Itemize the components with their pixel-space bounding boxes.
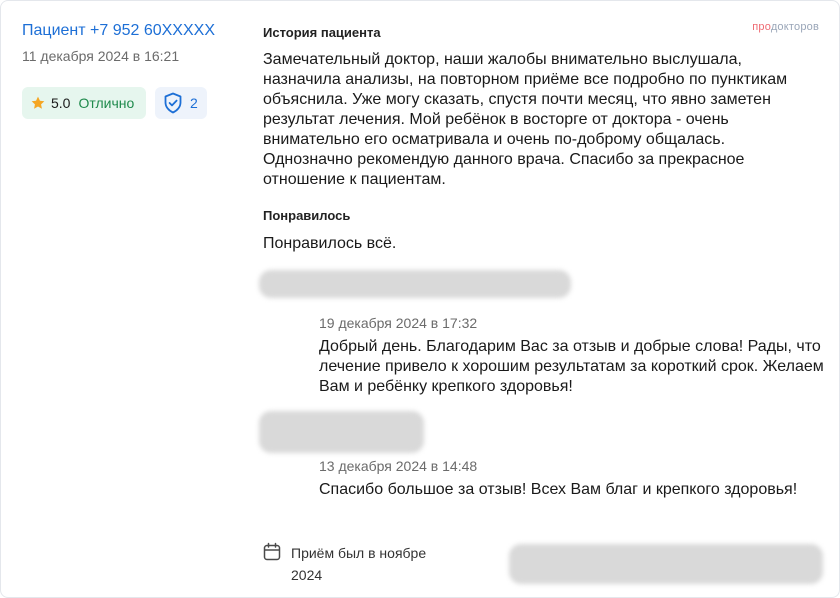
star-icon: [31, 96, 45, 109]
liked-text: Понравилось всё.: [263, 235, 397, 252]
liked-title: Понравилось: [263, 208, 351, 223]
rating-label: Отлично: [78, 95, 135, 111]
visit-date-label: Приём был в ноябре 2024: [291, 545, 427, 583]
rating-value: 5.0: [51, 95, 71, 111]
reply-text: Добрый день. Благодарим Вас за отзыв и д…: [319, 338, 824, 395]
reply-date: 19 декабря 2024 в 17:32: [319, 315, 478, 331]
blurred-responder: [259, 411, 424, 453]
brand-logo-part2: докторов: [770, 21, 819, 33]
shield-check-icon: [164, 92, 182, 114]
blurred-footer-action: [509, 544, 823, 584]
blurred-doctor-name: [259, 270, 571, 298]
review-card: Пациент +7 952 60XXXXX 11 декабря 2024 в…: [0, 0, 840, 598]
history-text: Замечательный доктор, наши жалобы внимат…: [263, 51, 788, 188]
brand-logo-part1: про: [752, 21, 771, 33]
visit-info: Приём был в ноябре 2024: [263, 542, 441, 586]
reply-text: Спасибо большое за отзыв! Всех Вам благ …: [319, 481, 798, 498]
author-link[interactable]: Пациент +7 952 60XXXXX: [22, 22, 215, 40]
rating-badge: 5.0 Отлично: [22, 87, 146, 119]
calendar-icon: [263, 542, 281, 561]
verification-count: 2: [190, 95, 198, 111]
review-date: 11 декабря 2024 в 16:21: [22, 48, 180, 64]
brand-logo: продокторов: [752, 21, 819, 33]
reply-date: 13 декабря 2024 в 14:48: [319, 458, 478, 474]
verification-badge[interactable]: 2: [155, 87, 207, 119]
history-title: История пациента: [263, 25, 381, 40]
